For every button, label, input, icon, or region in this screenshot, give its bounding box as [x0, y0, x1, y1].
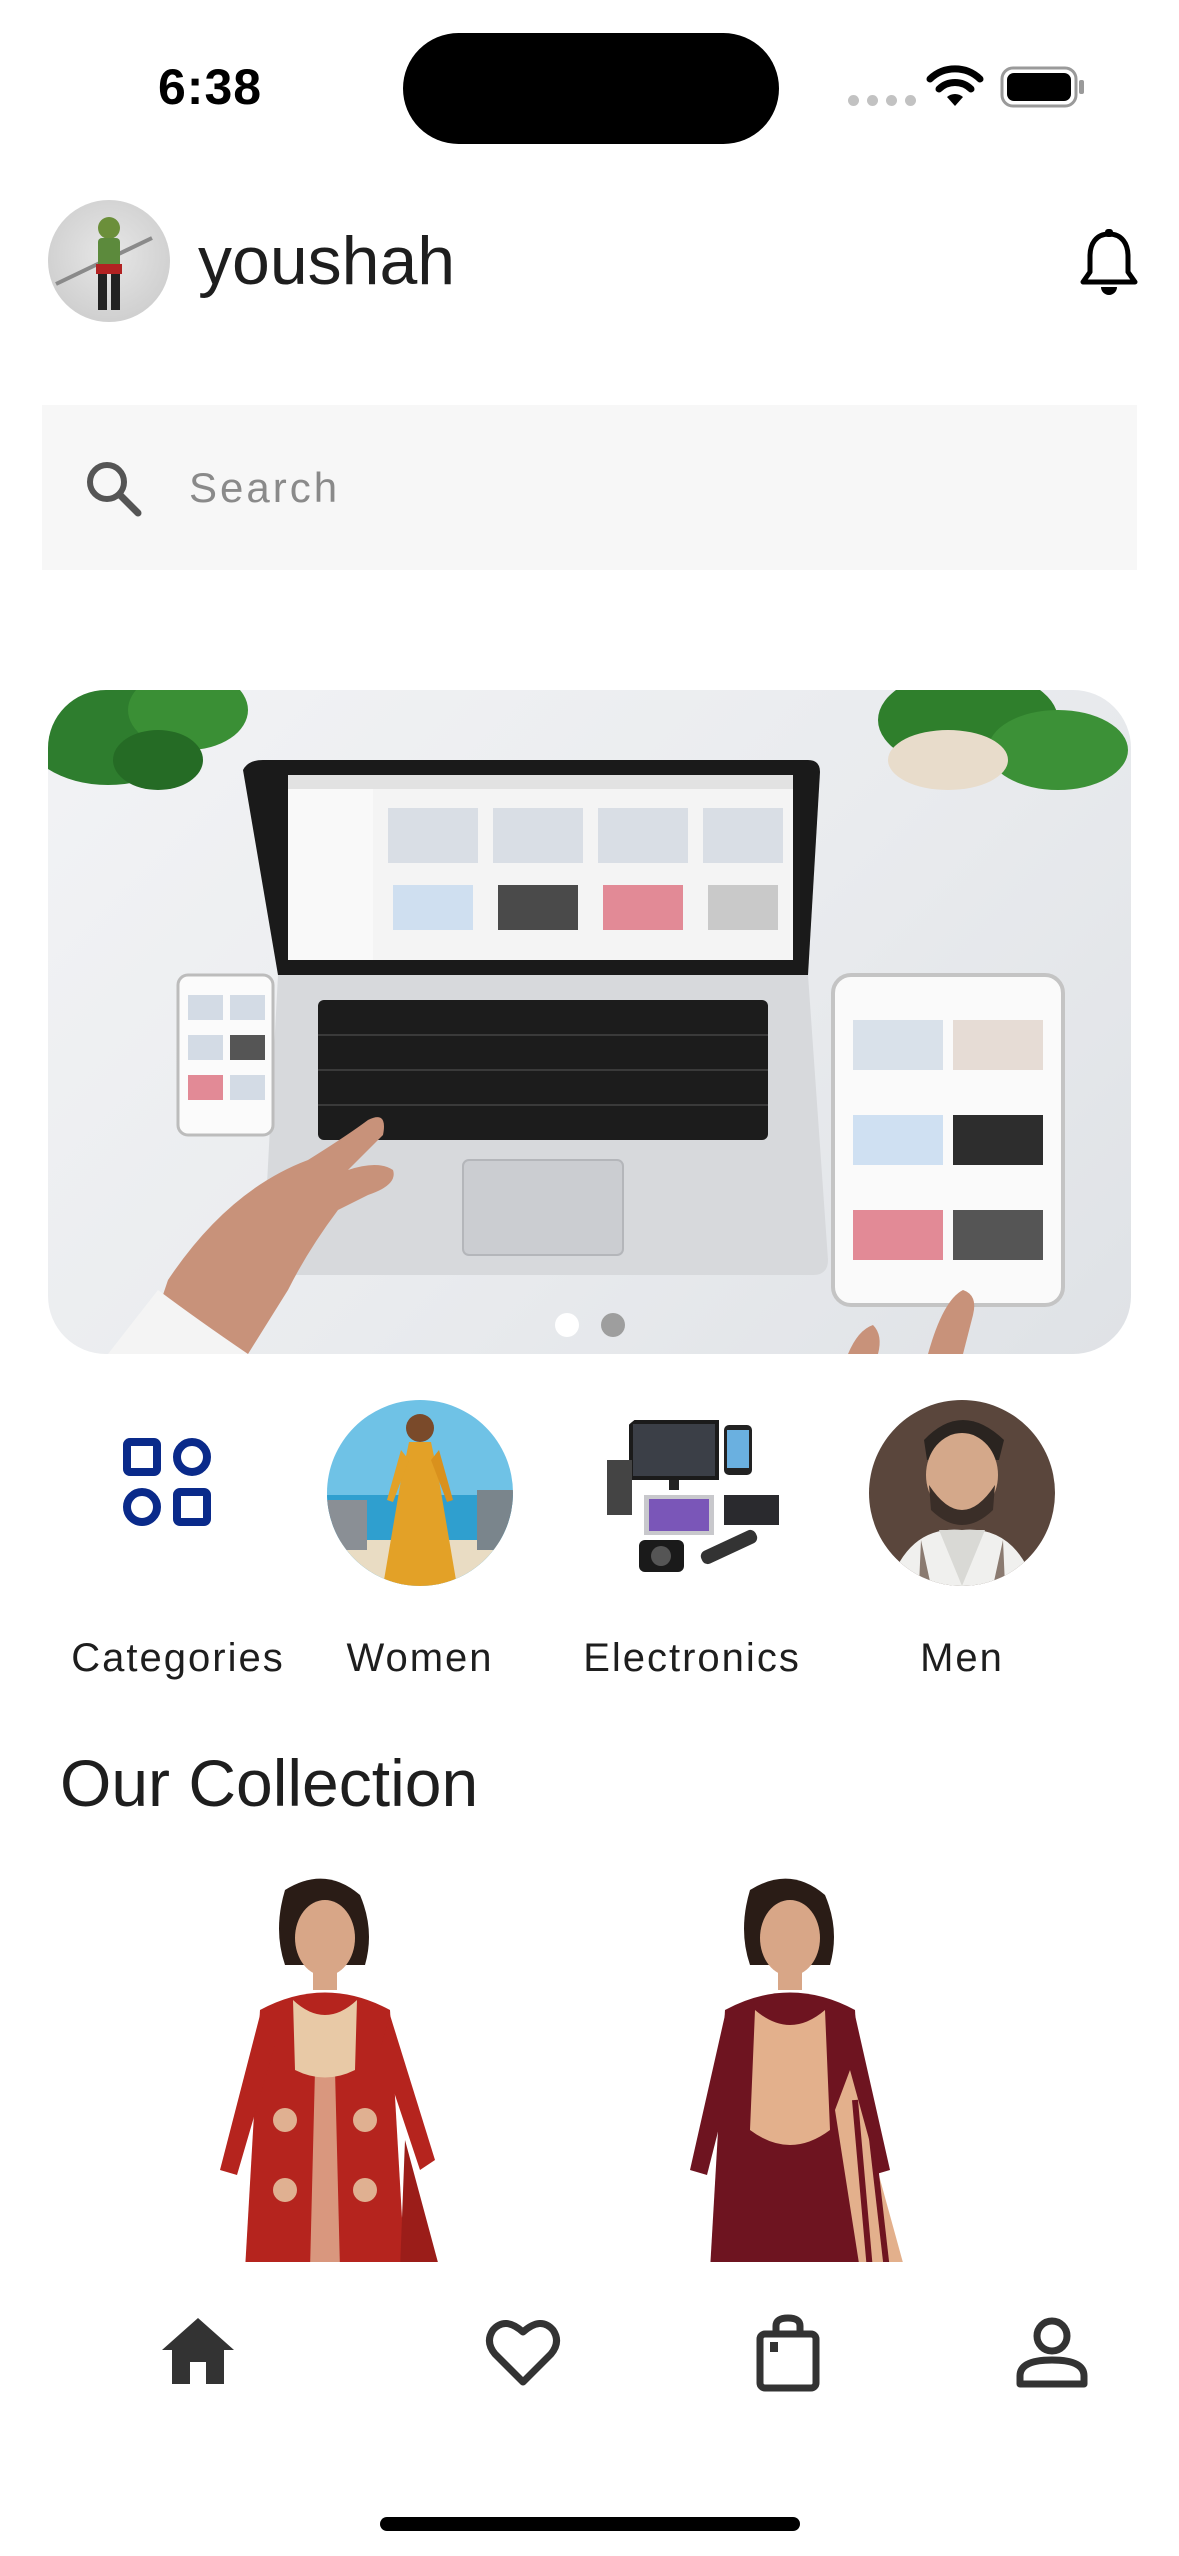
- search-bar[interactable]: [42, 405, 1137, 570]
- avatar[interactable]: [48, 200, 170, 322]
- electronics-image: [599, 1400, 785, 1586]
- person-icon[interactable]: [1012, 2312, 1092, 2392]
- bell-icon[interactable]: [1078, 228, 1140, 298]
- section-title: Our Collection: [60, 1746, 479, 1820]
- category-electronics[interactable]: Electronics: [562, 1400, 822, 1681]
- product-card[interactable]: [655, 1870, 955, 2270]
- product-image: [690, 1878, 905, 2270]
- home-indicator[interactable]: [380, 2517, 800, 2531]
- banner-pagination: [0, 1313, 1179, 1337]
- men-image: [869, 1400, 1055, 1586]
- search-input[interactable]: [187, 445, 1091, 531]
- category-women[interactable]: Women: [290, 1400, 550, 1681]
- category-thumb: [599, 1400, 785, 1586]
- cellular-signal-icon: [848, 95, 916, 106]
- heart-icon[interactable]: [483, 2312, 563, 2392]
- battery-icon: [1000, 66, 1084, 108]
- category-men[interactable]: Men: [832, 1400, 1092, 1681]
- shopping-bag-icon[interactable]: [748, 2312, 828, 2392]
- bottom-navigation: [0, 2262, 1179, 2556]
- product-card[interactable]: [175, 1870, 475, 2270]
- status-time: 6:38: [158, 59, 263, 115]
- search-icon: [87, 462, 142, 517]
- dynamic-island: [403, 33, 779, 144]
- banner-dot-inactive[interactable]: [600, 1313, 625, 1337]
- category-label: Men: [920, 1636, 1004, 1680]
- grid-icon: [123, 1438, 211, 1526]
- women-image: [327, 1400, 513, 1586]
- category-label: Women: [346, 1636, 494, 1680]
- home-icon[interactable]: [158, 2312, 238, 2392]
- category-categories[interactable]: Categories: [48, 1400, 308, 1681]
- banner-image: [48, 690, 1128, 1354]
- wifi-icon: [926, 65, 984, 106]
- category-label: Categories: [71, 1636, 285, 1680]
- category-thumb: [85, 1400, 271, 1586]
- category-thumb: [327, 1400, 513, 1586]
- category-label: Electronics: [583, 1636, 801, 1680]
- banner-dot-active[interactable]: [554, 1313, 579, 1337]
- status-bar: 6:38: [0, 0, 1179, 170]
- promo-banner[interactable]: [48, 690, 1131, 1354]
- username: youshah: [198, 223, 456, 299]
- avatar-image: [55, 217, 153, 310]
- category-thumb: [869, 1400, 1055, 1586]
- product-image: [220, 1878, 440, 2270]
